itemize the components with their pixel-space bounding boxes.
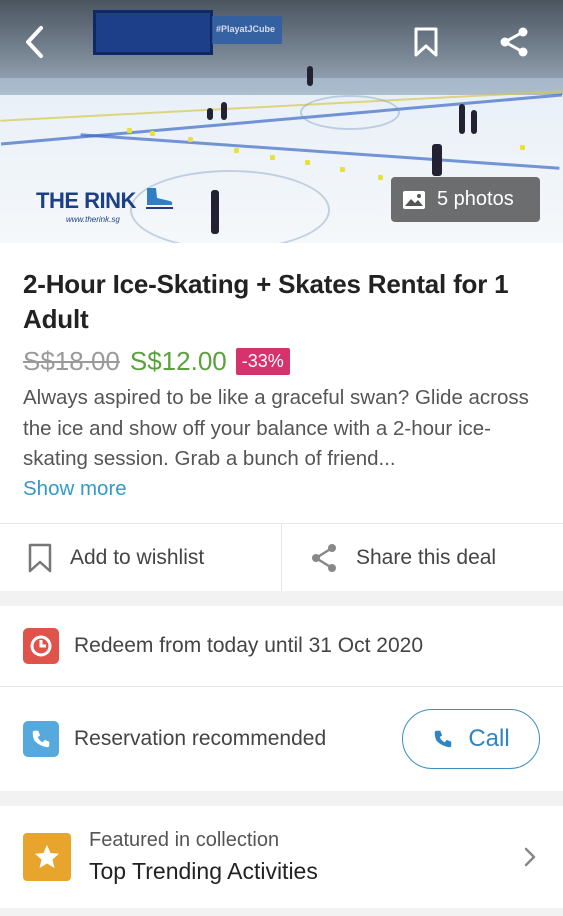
cone [234, 148, 239, 153]
chevron-left-icon [26, 26, 43, 58]
share-icon [500, 27, 528, 57]
redeem-text: Redeem from today until 31 Oct 2020 [74, 634, 424, 657]
cone [340, 167, 345, 172]
photos-button[interactable]: 5 photos [391, 177, 540, 222]
share-label: Share this deal [356, 545, 497, 569]
logo-text: THE RINK [36, 188, 136, 213]
collection-subtitle: Featured in collection [89, 829, 280, 851]
deal-title: 2-Hour Ice-Skating + Skates Rental for 1… [23, 269, 509, 334]
skater [471, 110, 477, 134]
skater [211, 190, 219, 234]
cone [127, 128, 132, 133]
wishlist-label: Add to wishlist [70, 545, 205, 569]
sale-price: S$12.00 [129, 345, 227, 376]
action-bar: Add to wishlist Share this deal [0, 523, 563, 591]
logo-url: www.therink.sg [66, 215, 120, 224]
ice-skate-icon [146, 188, 174, 209]
banner-text: #PlayatJCube [216, 24, 276, 34]
skater [207, 108, 213, 120]
back-button[interactable] [16, 24, 52, 60]
price-row: S$18.00 S$12.00 -33% [23, 345, 540, 377]
star-icon [23, 833, 71, 881]
cone [378, 175, 383, 180]
skater [307, 66, 313, 86]
reservation-text: Reservation recommended [74, 727, 327, 750]
call-label: Call [468, 725, 510, 752]
cone [150, 131, 155, 136]
share-button[interactable] [496, 24, 532, 60]
phone-icon [435, 730, 452, 748]
cone [270, 155, 275, 160]
the-rink-logo: THE RINK www.therink.sg [36, 186, 174, 224]
cone [305, 160, 310, 165]
share-icon [312, 543, 336, 572]
skater [221, 102, 227, 120]
deal-description: Always aspired to be like a graceful swa… [23, 386, 529, 470]
image-icon [403, 190, 425, 209]
bookmark-icon [28, 543, 52, 572]
photos-count-label: 5 photos [437, 188, 514, 210]
deal-details: 2-Hour Ice-Skating + Skates Rental for 1… [0, 243, 563, 503]
show-more-link[interactable]: Show more [23, 475, 540, 503]
cone [520, 145, 525, 150]
share-deal-button[interactable]: Share this deal [281, 524, 563, 591]
phone-icon [23, 721, 59, 757]
banner-board: #PlayatJCube [212, 16, 282, 44]
collection-title: Top Trending Activities [89, 858, 318, 884]
clock-icon [23, 628, 59, 664]
cone [188, 137, 193, 142]
discount-badge: -33% [235, 347, 290, 375]
collection-text: Featured in collection Top Trending Acti… [89, 829, 318, 885]
section-gap [0, 591, 563, 606]
original-price: S$18.00 [23, 345, 120, 376]
scoreboard [93, 10, 213, 55]
skater [432, 144, 442, 176]
skater [459, 104, 465, 134]
redeem-row: Redeem from today until 31 Oct 2020 [0, 606, 563, 686]
add-to-wishlist-button[interactable]: Add to wishlist [0, 524, 281, 591]
bookmark-button[interactable] [408, 24, 444, 60]
bookmark-icon [414, 27, 438, 57]
section-gap [0, 908, 563, 916]
section-gap [0, 791, 563, 806]
chevron-right-icon [524, 847, 536, 867]
rink-circle [300, 95, 400, 130]
call-button[interactable]: Call [402, 709, 540, 769]
featured-collection-row[interactable]: Featured in collection Top Trending Acti… [0, 806, 563, 908]
